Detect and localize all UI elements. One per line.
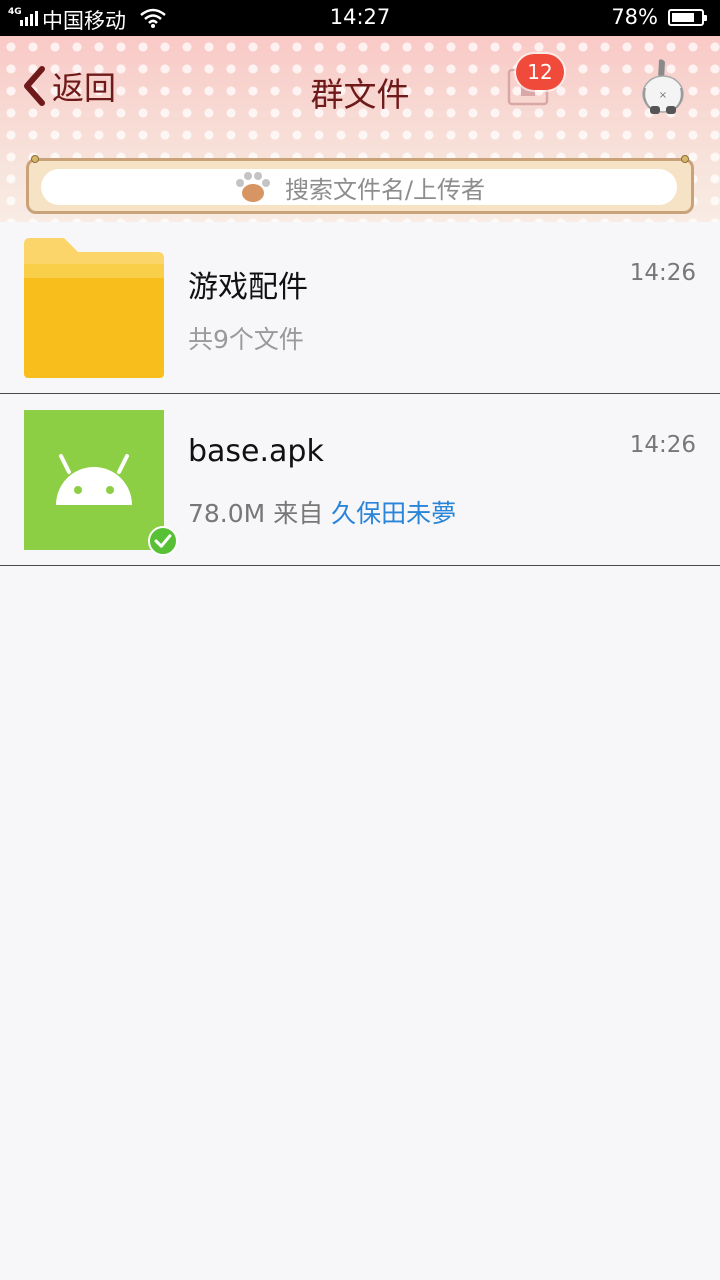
file-meta: 78.0M 来自 久保田未夢 <box>188 494 456 530</box>
list-item-apk[interactable]: base.apk 78.0M 来自 久保田未夢 14:26 <box>0 394 720 566</box>
header: 返回 群文件 12 × 搜索文件名/上传者 <box>0 36 720 222</box>
page-title: 群文件 <box>310 75 410 114</box>
uploader-link[interactable]: 久保田未夢 <box>331 499 456 528</box>
battery-icon <box>668 9 707 26</box>
list-item-folder[interactable]: 游戏配件 共9个文件 14:26 <box>0 222 720 394</box>
file-time: 14:26 <box>629 432 696 458</box>
from-label: 来自 <box>273 499 324 528</box>
file-time: 14:26 <box>629 260 696 286</box>
file-name: 游戏配件 <box>188 270 308 305</box>
battery-percent: 78% <box>611 5 658 29</box>
downloaded-check-icon <box>148 526 178 556</box>
file-name: base.apk <box>188 434 324 469</box>
search-placeholder: 搜索文件名/上传者 <box>284 175 486 204</box>
notification-badge: 12 <box>516 54 564 90</box>
file-size: 78.0M <box>188 499 266 528</box>
search-input[interactable]: 搜索文件名/上传者 <box>41 169 677 205</box>
android-icon <box>24 410 164 550</box>
paw-icon <box>235 172 270 202</box>
mascot-avatar-icon[interactable]: × <box>640 58 686 116</box>
folder-icon <box>24 238 164 378</box>
file-summary: 共9个文件 <box>188 325 304 354</box>
svg-text:×: × <box>659 90 667 101</box>
search-frame: 搜索文件名/上传者 <box>26 155 694 214</box>
status-bar: 4G 中国移动 14:27 78% <box>0 0 720 36</box>
